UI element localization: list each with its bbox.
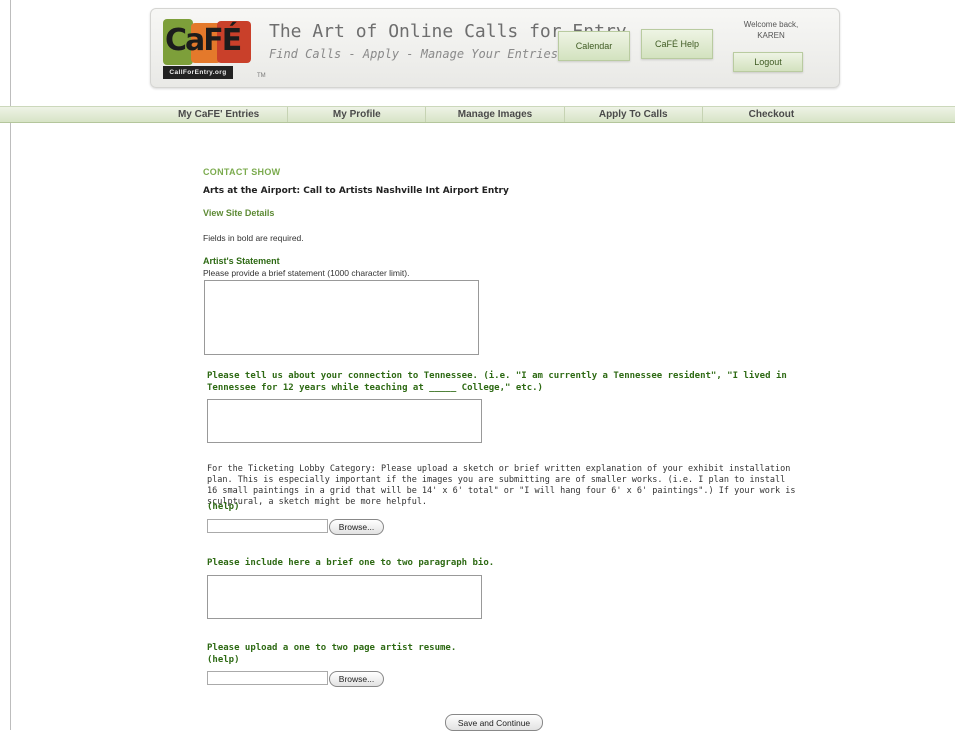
artist-statement-hint: Please provide a brief statement (1000 c… [203,268,410,278]
nav-my-entries[interactable]: My CaFE' Entries [150,107,287,122]
required-note: Fields in bold are required. [203,233,304,243]
tennessee-connection-textarea[interactable] [207,399,482,443]
section-title: CONTACT SHOW [203,167,281,177]
ticketing-browse-button[interactable]: Browse... [329,519,384,535]
nav-manage-images[interactable]: Manage Images [425,107,563,122]
ticketing-lobby-instructions: For the Ticketing Lobby Category: Please… [207,464,796,507]
welcome-block: Welcome back, KAREN [726,19,816,41]
calendar-button[interactable]: Calendar [558,31,630,61]
cafe-logo[interactable]: CaFÉ CallForEntry.org TM [161,17,266,79]
nav-apply-to-calls[interactable]: Apply To Calls [563,107,702,122]
site-subtagline: Find Calls - Apply - Manage Your Entries [269,47,558,61]
trademark: TM [257,73,266,79]
logo-subtitle: CallForEntry.org [163,66,233,79]
ticketing-help-link[interactable]: (help) [207,501,240,513]
cafe-help-button[interactable]: CaFÉ Help [641,29,713,59]
show-title: Arts at the Airport: Call to Artists Nas… [203,186,509,196]
resume-browse-button[interactable]: Browse... [329,671,384,687]
logo-word: CaFÉ [165,23,242,58]
ticketing-file-field[interactable] [207,519,328,533]
view-site-details-link[interactable]: View Site Details [203,208,274,218]
bio-label: Please include here a brief one to two p… [207,558,495,568]
bio-textarea[interactable] [207,575,482,619]
logout-button[interactable]: Logout [733,52,803,72]
site-header: CaFÉ CallForEntry.org TM The Art of Onli… [150,8,840,88]
main-nav-items: My CaFE' Entries My Profile Manage Image… [150,107,840,122]
user-name: KAREN [757,31,785,40]
resume-label: Please upload a one to two page artist r… [207,643,457,653]
main-nav: My CaFE' Entries My Profile Manage Image… [0,106,955,123]
nav-checkout[interactable]: Checkout [701,107,840,122]
save-and-continue-button[interactable]: Save and Continue [445,714,543,731]
artist-statement-textarea[interactable] [204,280,479,355]
resume-help-link[interactable]: (help) [207,654,240,666]
welcome-text: Welcome back, [743,20,799,29]
tennessee-connection-label: Please tell us about your connection to … [207,371,787,393]
resume-file-field[interactable] [207,671,328,685]
nav-my-profile[interactable]: My Profile [287,107,425,122]
artist-statement-label: Artist's Statement [203,256,280,266]
